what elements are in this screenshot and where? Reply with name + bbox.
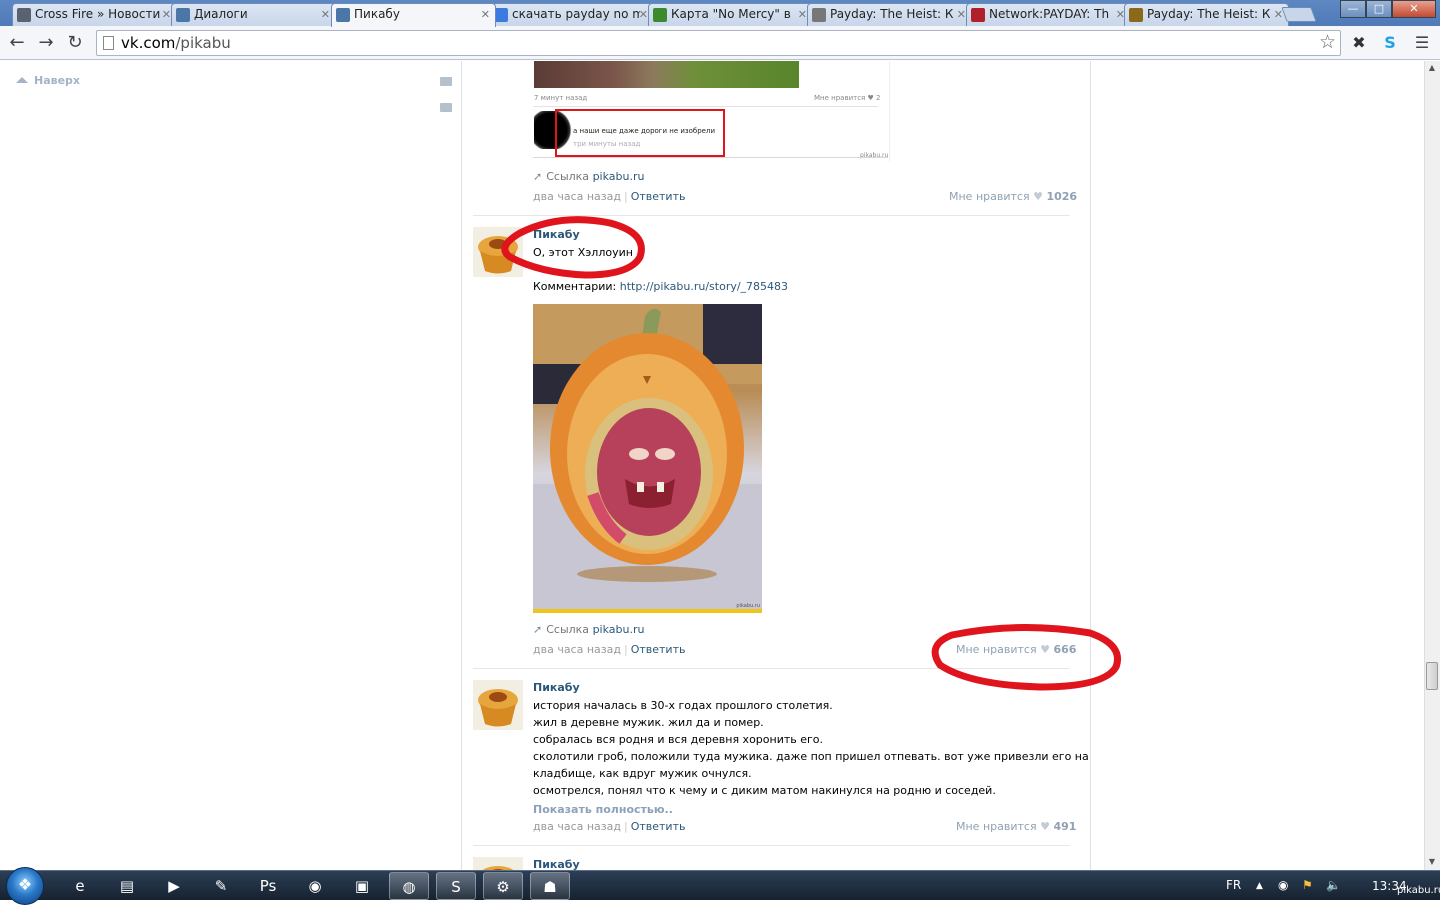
explorer-icon[interactable]: ▤ [107, 872, 147, 900]
tab-close-icon[interactable]: ✕ [162, 4, 171, 25]
browser-tab[interactable]: скачать payday no m ✕ [489, 3, 654, 26]
chrome-icon[interactable]: ◍ [389, 872, 429, 900]
show-hidden-icons-icon[interactable]: ▲ [1256, 881, 1263, 891]
tab-close-icon[interactable]: ✕ [639, 4, 648, 25]
z-site-icon [653, 8, 667, 22]
start-button[interactable]: ❖ [6, 867, 44, 905]
browser-tab[interactable]: Карта "No Mercy" в ✕ [648, 3, 813, 26]
google-icon [494, 8, 508, 22]
tab-label: Payday: The Heist: К [1147, 7, 1271, 21]
new-tab-button[interactable] [1281, 7, 1317, 22]
bookmark-star-icon[interactable]: ☆ [1319, 31, 1336, 53]
page-viewport: Наверх 7 минут назад Мне нравится ♥ 2 а … [0, 61, 1440, 871]
annotation-circle-likes [931, 624, 1121, 691]
steam-icon[interactable]: ⚙ [483, 872, 523, 900]
tool-icon[interactable]: ✎ [201, 872, 241, 900]
windows-logo-icon: ❖ [17, 875, 33, 894]
tab-label: Network:PAYDAY: Th [989, 7, 1110, 21]
tab-label: Payday: The Heist: К [830, 7, 954, 21]
payday-icon [812, 8, 826, 22]
address-bar[interactable]: vk.com/pikabu ☆ [96, 30, 1341, 56]
forward-button[interactable]: → [35, 32, 57, 54]
browser-tab[interactable]: Пикабу ✕ [331, 3, 496, 27]
crossfire-icon [17, 8, 31, 22]
payday-mask-icon [1129, 8, 1143, 22]
annotation-circle-text [501, 216, 645, 279]
game-icon[interactable]: ☗ [530, 872, 570, 900]
back-button[interactable]: ← [6, 32, 28, 54]
close-window-button[interactable]: ✕ [1392, 0, 1436, 18]
tab-label: Карта "No Mercy" в [671, 7, 791, 21]
browser-tab[interactable]: Payday: The Heist: К ✕ [807, 3, 972, 26]
browser-tab[interactable]: Диалоги ✕ [171, 3, 336, 26]
minimize-button[interactable]: — [1340, 0, 1366, 18]
browser-tab[interactable]: Payday: The Heist: К ✕ [1124, 3, 1289, 26]
scroll-down-arrow-icon[interactable]: ▼ [1427, 857, 1437, 866]
tab-close-icon[interactable]: ✕ [481, 4, 490, 25]
browser-tab[interactable]: Cross Fire » Новости ✕ [12, 3, 177, 26]
tab-close-icon[interactable]: ✕ [798, 4, 807, 25]
tab-label: Диалоги [194, 7, 248, 21]
ie-icon[interactable]: e [60, 872, 100, 900]
corner-watermark: pikabu.ru [1397, 885, 1440, 896]
photoshop-icon[interactable]: Ps [248, 872, 288, 900]
tab-label: скачать payday no m [512, 7, 640, 21]
tab-strip: Cross Fire » Новости ✕ Диалоги ✕ Пикабу ✕ скач… [0, 0, 1440, 27]
browser-toolbar: ← → ↻ vk.com/pikabu ☆ ✖ S ☰ [0, 26, 1440, 60]
page-icon [103, 36, 114, 50]
page-scrollbar[interactable]: ▲ ▼ [1424, 61, 1440, 870]
app-icon[interactable]: ▣ [342, 872, 382, 900]
tab-close-icon[interactable]: ✕ [321, 4, 330, 25]
red-annotation-layer [501, 216, 1121, 691]
network-icon [971, 8, 985, 22]
action-center-flag-icon[interactable]: ⚑ [1302, 878, 1313, 892]
maximize-button[interactable]: □ [1366, 0, 1392, 18]
tab-close-icon[interactable]: ✕ [957, 4, 966, 25]
language-indicator[interactable]: FR [1226, 878, 1241, 892]
url-path: /pikabu [175, 34, 231, 52]
vk-icon [336, 8, 350, 22]
tab-label: Cross Fire » Новости [35, 7, 161, 21]
globe-app-icon[interactable]: ◉ [295, 872, 335, 900]
extension-x-icon[interactable]: ✖ [1349, 33, 1369, 53]
skype-icon[interactable]: S [436, 872, 476, 900]
media-player-icon[interactable]: ▶ [154, 872, 194, 900]
volume-icon[interactable]: 🔈 [1326, 878, 1341, 892]
scrollbar-thumb[interactable] [1426, 662, 1438, 690]
url-text[interactable]: vk.com/pikabu [121, 34, 231, 52]
windows-taskbar: ❖ e ▤ ▶ ✎ Ps ◉ ▣ ◍ S ⚙ ☗ FR ▲ ◉ ⚑ 🔈 13:34 [0, 867, 1440, 905]
scroll-up-arrow-icon[interactable]: ▲ [1427, 63, 1437, 72]
tray-app-icon[interactable]: ◉ [1278, 878, 1288, 892]
vk-dialogs-icon [176, 8, 190, 22]
menu-icon[interactable]: ☰ [1412, 33, 1432, 53]
tab-label: Пикабу [354, 7, 400, 21]
skype-extension-icon[interactable]: S [1380, 33, 1400, 53]
window-controls: — □ ✕ [1340, 0, 1436, 18]
reload-button[interactable]: ↻ [64, 32, 86, 54]
url-domain: vk.com [121, 34, 176, 52]
browser-tab[interactable]: Network:PAYDAY: Th ✕ [966, 3, 1131, 26]
